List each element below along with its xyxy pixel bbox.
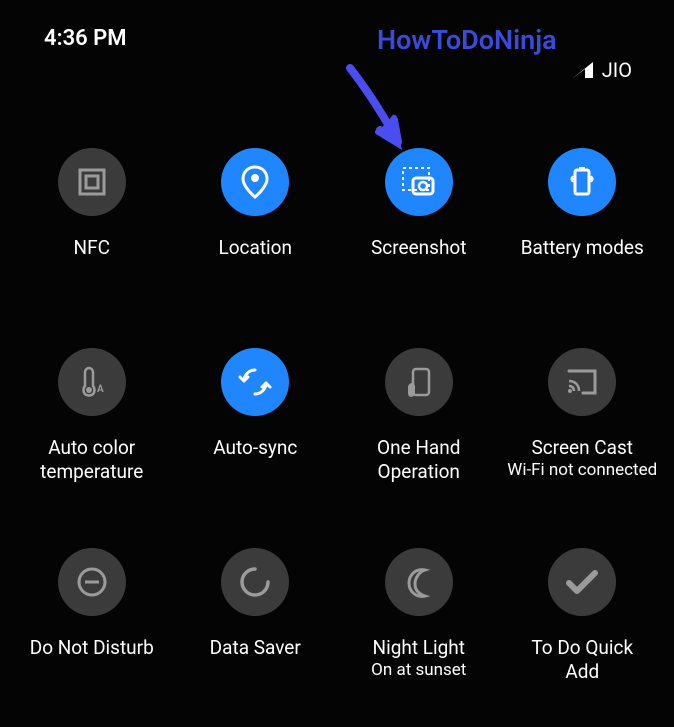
tile-label: Screen Cast <box>527 436 637 460</box>
tile-dnd[interactable]: Do Not Disturb <box>10 530 174 727</box>
tile-label: Battery modes <box>517 236 648 260</box>
nfc-icon <box>58 148 126 216</box>
tile-label: Location <box>214 236 296 260</box>
tile-sublabel: Wi-Fi not connected <box>503 460 661 481</box>
tile-auto-color-temp[interactable]: A Auto color temperature <box>10 330 174 530</box>
tile-data-saver[interactable]: Data Saver <box>174 530 338 727</box>
carrier-label: JIO <box>602 58 632 82</box>
location-icon <box>221 148 289 216</box>
tile-label: One Hand Operation <box>373 436 464 484</box>
tile-battery-modes[interactable]: Battery modes <box>501 130 665 330</box>
tile-label: Do Not Disturb <box>26 636 158 660</box>
tile-todo-quick-add[interactable]: To Do Quick Add <box>501 530 665 727</box>
status-time: 4:36 PM <box>44 26 127 51</box>
thermometer-icon: A <box>58 348 126 416</box>
svg-text:A: A <box>97 384 104 395</box>
tile-screenshot[interactable]: Screenshot <box>337 130 501 330</box>
signal-icon <box>572 61 594 79</box>
onehand-icon <box>385 348 453 416</box>
tile-sublabel: On at sunset <box>367 660 470 681</box>
check-icon <box>548 548 616 616</box>
tile-night-light[interactable]: Night Light On at sunset <box>337 530 501 727</box>
tiles-grid: NFC Location Screenshot Battery modes A <box>0 130 674 727</box>
tile-one-hand[interactable]: One Hand Operation <box>337 330 501 530</box>
tile-label: Auto color temperature <box>36 436 147 484</box>
tile-screen-cast[interactable]: Screen Cast Wi-Fi not connected <box>501 330 665 530</box>
status-bar: 4:36 PM <box>0 26 674 56</box>
tile-label: Auto-sync <box>209 436 301 460</box>
moon-icon <box>385 548 453 616</box>
datasaver-icon <box>221 548 289 616</box>
screenshot-icon <box>385 148 453 216</box>
tile-label: Data Saver <box>206 636 305 660</box>
watermark-text: HowToDoNinja <box>377 24 557 56</box>
quick-settings-screen: 4:36 PM JIO HowToDoNinja NFC <box>0 0 674 727</box>
tile-label: NFC <box>70 236 114 260</box>
tile-label: Night Light <box>369 636 469 660</box>
tile-location[interactable]: Location <box>174 130 338 330</box>
cast-icon <box>548 348 616 416</box>
tile-label: To Do Quick Add <box>527 636 637 684</box>
sync-icon <box>221 348 289 416</box>
status-right: JIO <box>572 58 632 82</box>
tile-auto-sync[interactable]: Auto-sync <box>174 330 338 530</box>
tile-nfc[interactable]: NFC <box>10 130 174 330</box>
tile-label: Screenshot <box>367 236 470 260</box>
battery-icon <box>548 148 616 216</box>
dnd-icon <box>58 548 126 616</box>
